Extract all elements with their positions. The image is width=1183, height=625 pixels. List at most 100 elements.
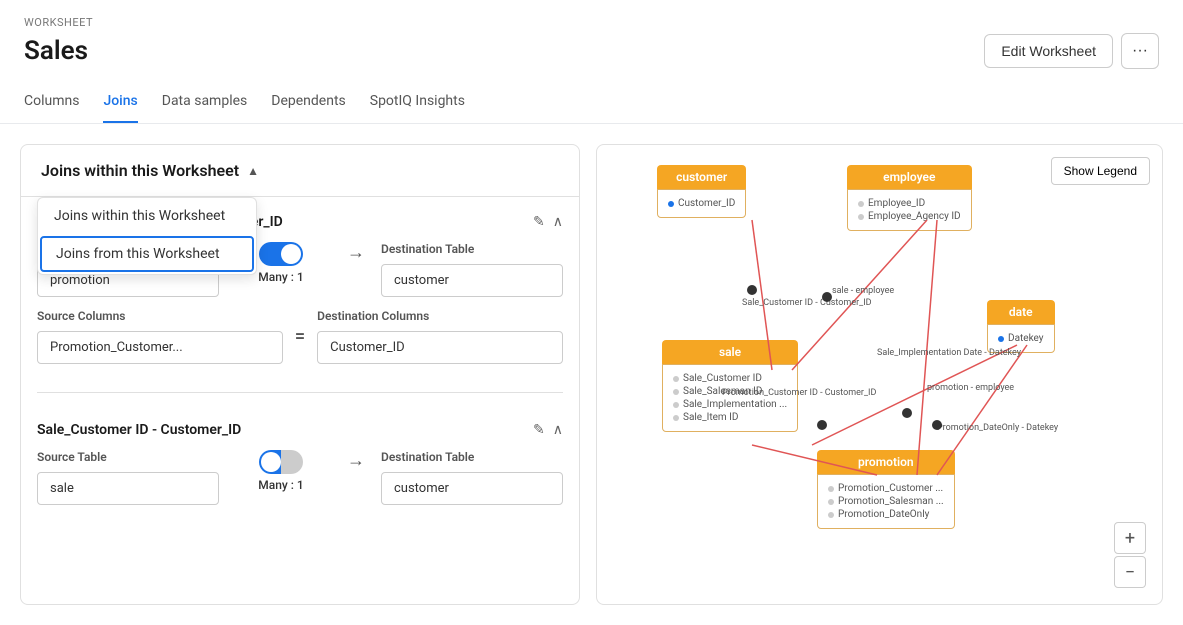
tab-spotiq[interactable]: SpotIQ Insights [370,85,465,123]
join-2-dest-table: customer [381,472,563,505]
field-label: Employee_Agency ID [868,211,961,222]
join-2-dest-col: Destination Table customer [381,450,563,505]
tab-dependents[interactable]: Dependents [271,85,345,123]
collapse-join-2-button[interactable]: ∧ [553,421,563,438]
app-container: WORKSHEET Sales Edit Worksheet ··· Colum… [0,0,1183,625]
join-1-toggle[interactable] [259,242,303,266]
join-type-dropdown: Joins within this Worksheet Joins from t… [37,197,257,275]
join-1-columns-row: Source Columns Promotion_Customer... = D… [37,309,563,364]
tabs-nav: Columns Joins Data samples Dependents Sp… [24,85,1159,123]
zoom-in-button[interactable]: + [1114,522,1146,554]
field-dot [673,389,679,395]
svg-text:promotion - employee: promotion - employee [927,383,1014,393]
worksheet-label: WORKSHEET [24,16,1159,29]
field-label: Employee_ID [868,198,925,209]
node-date[interactable]: date Datekey [987,300,1055,353]
join-divider [37,392,563,393]
field-label: Promotion_Customer ... [838,483,943,494]
node-date-field-1: Datekey [998,333,1044,344]
node-promotion-header: promotion [817,450,955,474]
node-sale-body: Sale_Customer ID Sale_Salesman ID Sale_I… [662,364,798,432]
field-label: Customer_ID [678,198,735,209]
join-1-dest-label: Destination Table [381,242,563,256]
join-1-type: Many : 1 [258,270,303,284]
field-dot [858,201,864,207]
join-card-2-title: Sale_Customer ID - Customer_ID [37,422,241,438]
join-1-arrow: → [347,242,365,263]
field-label: Sale_Customer ID [683,373,762,384]
field-label: Datekey [1008,333,1044,344]
join-2-type: Many : 1 [258,478,303,492]
join-2-toggle[interactable] [259,450,303,474]
field-dot [673,376,679,382]
field-dot [828,486,834,492]
field-label: Promotion_DateOnly [838,509,929,520]
join-2-arrow: → [347,450,365,471]
edit-join-1-button[interactable]: ✎ [533,213,545,230]
join-card-2-header: Sale_Customer ID - Customer_ID ✎ ∧ [37,421,563,438]
join-2-source-label: Source Table [37,450,219,464]
node-employee-body: Employee_ID Employee_Agency ID [847,189,972,231]
join-2-source-col: Source Table sale [37,450,219,505]
join-1-dst-cols-label: Destination Columns [317,309,563,323]
field-label: Sale_Item ID [683,412,738,423]
page-title: Sales [24,36,88,66]
edit-worksheet-button[interactable]: Edit Worksheet [984,34,1113,68]
node-customer[interactable]: customer Customer_ID [657,165,746,218]
node-employee-header: employee [847,165,972,189]
edit-join-2-button[interactable]: ✎ [533,421,545,438]
field-dot [828,499,834,505]
zoom-out-button[interactable]: − [1114,556,1146,588]
join-1-src-col-box: Promotion_Customer... [37,331,283,364]
zoom-controls: + − [1114,522,1146,588]
node-promotion[interactable]: promotion Promotion_Customer ... Promoti… [817,450,955,529]
dropdown-item-from[interactable]: Joins from this Worksheet [40,236,254,272]
tab-data-samples[interactable]: Data samples [162,85,248,123]
node-sale[interactable]: sale Sale_Customer ID Sale_Salesman ID [662,340,798,432]
chevron-icon[interactable]: ▲ [247,164,259,178]
node-promotion-body: Promotion_Customer ... Promotion_Salesma… [817,474,955,529]
join-2-source-table: sale [37,472,219,505]
node-customer-header: customer [657,165,746,189]
field-dot [673,402,679,408]
joins-panel: Joins within this Worksheet ▲ Joins with… [20,144,580,605]
more-options-button[interactable]: ··· [1121,33,1159,69]
node-employee-field-2: Employee_Agency ID [858,211,961,222]
node-employee-field-1: Employee_ID [858,198,961,209]
node-customer-body: Customer_ID [657,189,746,218]
node-date-body: Datekey [987,324,1055,353]
graph-canvas[interactable]: Show Legend Sale_Customer ID [597,145,1162,604]
join-card-2: Sale_Customer ID - Customer_ID ✎ ∧ Sourc… [37,421,563,505]
field-dot [998,336,1004,342]
collapse-join-1-button[interactable]: ∧ [553,213,563,230]
panel-title: Joins within this Worksheet [41,161,239,180]
field-dot [673,415,679,421]
show-legend-button[interactable]: Show Legend [1051,157,1150,185]
main-content: Joins within this Worksheet ▲ Joins with… [0,124,1183,625]
equals-sign-1: = [295,326,305,347]
header-top: Sales Edit Worksheet ··· [24,33,1159,69]
join-card-2-actions: ✎ ∧ [533,421,563,438]
join-2-tables-row: Source Table sale Many : 1 → Destination… [37,450,563,505]
join-1-dst-col-box: Customer_ID [317,331,563,364]
node-sale-field-2: Sale_Salesman ID [673,386,787,397]
field-dot [858,214,864,220]
node-promotion-field-2: Promotion_Salesman ... [828,496,944,507]
dropdown-item-within[interactable]: Joins within this Worksheet [38,198,256,234]
node-employee[interactable]: employee Employee_ID Employee_Agency ID [847,165,972,231]
node-sale-field-3: Sale_Implementation ... [673,399,787,410]
svg-text:Promotion_DateOnly - Datekey: Promotion_DateOnly - Datekey [937,423,1059,433]
join-1-src-cols: Source Columns Promotion_Customer... [37,309,283,364]
panel-header: Joins within this Worksheet ▲ Joins with… [21,145,579,197]
join-2-dest-label: Destination Table [381,450,563,464]
node-customer-field-1: Customer_ID [668,198,735,209]
node-promotion-field-1: Promotion_Customer ... [828,483,944,494]
field-label: Promotion_Salesman ... [838,496,944,507]
field-dot [668,201,674,207]
header: WORKSHEET Sales Edit Worksheet ··· Colum… [0,0,1183,124]
tab-joins[interactable]: Joins [103,85,137,123]
tab-columns[interactable]: Columns [24,85,79,123]
node-sale-field-1: Sale_Customer ID [673,373,787,384]
node-sale-header: sale [662,340,798,364]
join-2-middle: Many : 1 [231,450,331,492]
